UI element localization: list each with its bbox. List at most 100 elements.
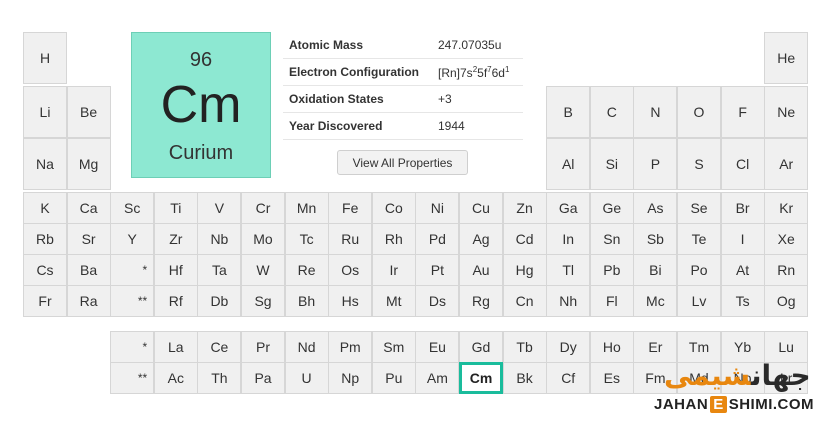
element-zr[interactable]: Zr xyxy=(153,223,198,255)
element-b[interactable]: B xyxy=(546,86,591,138)
element-fl[interactable]: Fl xyxy=(589,285,634,317)
element-po[interactable]: Po xyxy=(677,254,721,286)
element-at[interactable]: At xyxy=(720,254,765,286)
element-xe[interactable]: Xe xyxy=(764,223,809,255)
element-fr[interactable]: Fr xyxy=(23,285,67,317)
element-mt[interactable]: Mt xyxy=(371,285,416,317)
element-br[interactable]: Br xyxy=(720,192,765,224)
element-au[interactable]: Au xyxy=(459,254,503,286)
element-te[interactable]: Te xyxy=(677,223,721,255)
element-o[interactable]: O xyxy=(677,86,721,138)
element-mg[interactable]: Mg xyxy=(66,138,111,190)
element-na[interactable]: Na xyxy=(23,138,67,190)
element-ar[interactable]: Ar xyxy=(764,138,809,190)
element-og[interactable]: Og xyxy=(764,285,809,317)
element-fe[interactable]: Fe xyxy=(328,192,373,224)
element-cm[interactable]: Cm xyxy=(459,362,503,394)
element-se[interactable]: Se xyxy=(677,192,721,224)
element-hf[interactable]: Hf xyxy=(153,254,198,286)
element-kr[interactable]: Kr xyxy=(764,192,809,224)
element-c[interactable]: C xyxy=(589,86,634,138)
element-ni[interactable]: Ni xyxy=(415,192,460,224)
element-dy[interactable]: Dy xyxy=(546,331,591,363)
element-cn[interactable]: Cn xyxy=(502,285,547,317)
element-ge[interactable]: Ge xyxy=(589,192,634,224)
element-al[interactable]: Al xyxy=(546,138,591,190)
element-s[interactable]: S xyxy=(677,138,721,190)
element-pm[interactable]: Pm xyxy=(328,331,373,363)
element-ir[interactable]: Ir xyxy=(371,254,416,286)
element-bh[interactable]: Bh xyxy=(284,285,329,317)
element-cl[interactable]: Cl xyxy=(720,138,765,190)
element-hs[interactable]: Hs xyxy=(328,285,373,317)
element-sn[interactable]: Sn xyxy=(589,223,634,255)
element-h[interactable]: H xyxy=(23,32,67,84)
element-np[interactable]: Np xyxy=(328,362,373,394)
element-co[interactable]: Co xyxy=(371,192,416,224)
element-cu[interactable]: Cu xyxy=(459,192,503,224)
element-bi[interactable]: Bi xyxy=(633,254,678,286)
element-n[interactable]: N xyxy=(633,86,678,138)
element-la[interactable]: La xyxy=(153,331,198,363)
element-pd[interactable]: Pd xyxy=(415,223,460,255)
element-tl[interactable]: Tl xyxy=(546,254,591,286)
element-sm[interactable]: Sm xyxy=(371,331,416,363)
element-rb[interactable]: Rb xyxy=(23,223,67,255)
element-ce[interactable]: Ce xyxy=(197,331,242,363)
element-cf[interactable]: Cf xyxy=(546,362,591,394)
element-ta[interactable]: Ta xyxy=(197,254,242,286)
element-sc[interactable]: Sc xyxy=(110,192,155,224)
element-ti[interactable]: Ti xyxy=(153,192,198,224)
element-rh[interactable]: Rh xyxy=(371,223,416,255)
element-bk[interactable]: Bk xyxy=(502,362,547,394)
element-nh[interactable]: Nh xyxy=(546,285,591,317)
element-si[interactable]: Si xyxy=(589,138,634,190)
element-mc[interactable]: Mc xyxy=(633,285,678,317)
element-rn[interactable]: Rn xyxy=(764,254,809,286)
element-rf[interactable]: Rf xyxy=(153,285,198,317)
element-th[interactable]: Th xyxy=(197,362,242,394)
element-ac[interactable]: Ac xyxy=(153,362,198,394)
view-all-properties-button[interactable]: View All Properties xyxy=(337,150,468,175)
element-i[interactable]: I xyxy=(720,223,765,255)
element-sr[interactable]: Sr xyxy=(66,223,111,255)
element-eu[interactable]: Eu xyxy=(415,331,460,363)
element-tc[interactable]: Tc xyxy=(284,223,329,255)
element-ga[interactable]: Ga xyxy=(546,192,591,224)
element-w[interactable]: W xyxy=(241,254,285,286)
element-ag[interactable]: Ag xyxy=(459,223,503,255)
element-k[interactable]: K xyxy=(23,192,67,224)
element-be[interactable]: Be xyxy=(66,86,111,138)
element-db[interactable]: Db xyxy=(197,285,242,317)
element-zn[interactable]: Zn xyxy=(502,192,547,224)
element-nd[interactable]: Nd xyxy=(284,331,329,363)
element-ts[interactable]: Ts xyxy=(720,285,765,317)
element-y[interactable]: Y xyxy=(110,223,155,255)
element-p[interactable]: P xyxy=(633,138,678,190)
element-hg[interactable]: Hg xyxy=(502,254,547,286)
element-in[interactable]: In xyxy=(546,223,591,255)
element-f[interactable]: F xyxy=(720,86,765,138)
element-nb[interactable]: Nb xyxy=(197,223,242,255)
element-ba[interactable]: Ba xyxy=(66,254,111,286)
element-mn[interactable]: Mn xyxy=(284,192,329,224)
element-u[interactable]: U xyxy=(284,362,329,394)
element-pb[interactable]: Pb xyxy=(589,254,634,286)
element-ra[interactable]: Ra xyxy=(66,285,111,317)
element-pu[interactable]: Pu xyxy=(371,362,416,394)
element-ds[interactable]: Ds xyxy=(415,285,460,317)
element-sb[interactable]: Sb xyxy=(633,223,678,255)
element-gd[interactable]: Gd xyxy=(459,331,503,363)
element-am[interactable]: Am xyxy=(415,362,460,394)
element-ru[interactable]: Ru xyxy=(328,223,373,255)
element-v[interactable]: V xyxy=(197,192,242,224)
element-ne[interactable]: Ne xyxy=(764,86,809,138)
element-pr[interactable]: Pr xyxy=(241,331,285,363)
element-cd[interactable]: Cd xyxy=(502,223,547,255)
element-rg[interactable]: Rg xyxy=(459,285,503,317)
element-re[interactable]: Re xyxy=(284,254,329,286)
element-pt[interactable]: Pt xyxy=(415,254,460,286)
element-ho[interactable]: Ho xyxy=(589,331,634,363)
element-os[interactable]: Os xyxy=(328,254,373,286)
element-es[interactable]: Es xyxy=(589,362,634,394)
